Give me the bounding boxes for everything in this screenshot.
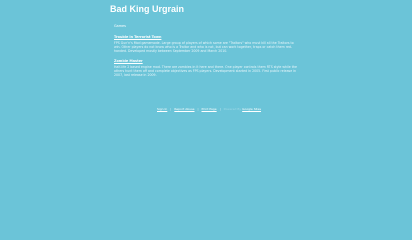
post-item: Trouble in Terrorist Town FPS Gun'n's Mo… <box>114 35 300 53</box>
footer-separator: | <box>197 107 199 111</box>
main-content: Games Trouble in Terrorist Town FPS Gun'… <box>114 24 300 84</box>
post-title-link[interactable]: Zombie Master <box>114 59 300 63</box>
footer: Sign In | Report Abuse | Print Page | Powered … <box>157 107 261 111</box>
post-description: FPS Gun'n's Mod gamemode. Large group of… <box>114 40 294 54</box>
report-abuse-link[interactable]: Report Abuse <box>174 107 194 111</box>
post-description: Half-life 2 based engine mod. There are … <box>114 64 298 78</box>
footer-separator: | <box>170 107 172 111</box>
print-page-link[interactable]: Print Page <box>202 107 217 111</box>
post-item: Zombie Master Half-life 2 based engine m… <box>114 59 300 77</box>
powered-by-text: Powered By <box>223 107 242 111</box>
google-sites-link[interactable]: Google Sites <box>242 107 261 111</box>
site-title[interactable]: Bad King Urgrain <box>110 4 184 14</box>
footer-separator: | <box>219 107 221 111</box>
sign-in-link[interactable]: Sign In <box>157 107 167 111</box>
section-heading: Games <box>114 24 126 28</box>
post-title-link[interactable]: Trouble in Terrorist Town <box>114 35 300 39</box>
